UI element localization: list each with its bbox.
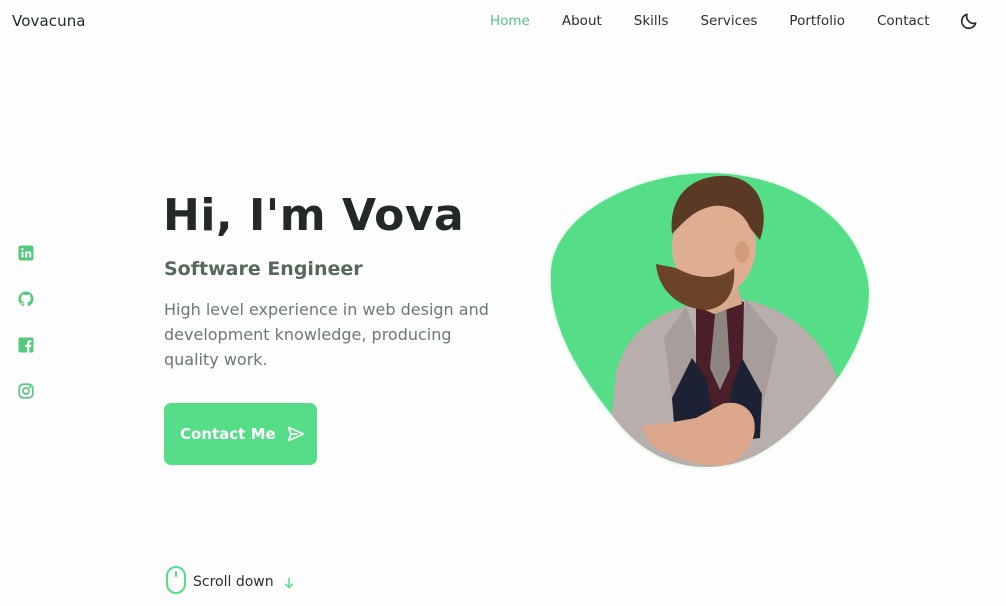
nav-item-contact[interactable]: Contact bbox=[877, 13, 930, 29]
logo[interactable]: Vovacuna bbox=[12, 12, 86, 30]
nav-item-home[interactable]: Home bbox=[490, 13, 530, 29]
moon-icon[interactable] bbox=[959, 11, 979, 31]
nav-item-portfolio[interactable]: Portfolio bbox=[789, 13, 845, 29]
nav-item-skills[interactable]: Skills bbox=[634, 13, 669, 29]
linkedin-icon[interactable] bbox=[16, 243, 36, 263]
hero-description: High level experience in web design and … bbox=[164, 300, 489, 369]
nav-item-about[interactable]: About bbox=[562, 13, 602, 29]
hero-subtitle: Software Engineer bbox=[164, 258, 363, 280]
scroll-down-label: Scroll down bbox=[193, 574, 274, 590]
nav-item-services[interactable]: Services bbox=[700, 13, 757, 29]
hero-title: Hi, I'm Vova bbox=[163, 190, 465, 241]
nav-menu: Home About Skills Services Portfolio Con… bbox=[490, 13, 930, 29]
facebook-icon[interactable] bbox=[16, 335, 36, 355]
social-links bbox=[16, 243, 36, 427]
page: Vovacuna Home About Skills Services Port… bbox=[0, 0, 1006, 606]
contact-me-label: Contact Me bbox=[180, 425, 276, 443]
hero-portrait bbox=[546, 168, 872, 472]
contact-me-button[interactable]: Contact Me bbox=[164, 403, 317, 465]
instagram-icon[interactable] bbox=[16, 381, 36, 401]
arrow-down-icon bbox=[282, 575, 296, 589]
mouse-icon bbox=[165, 565, 187, 599]
github-icon[interactable] bbox=[16, 289, 36, 309]
scroll-down-link[interactable]: Scroll down bbox=[165, 565, 296, 599]
header: Vovacuna Home About Skills Services Port… bbox=[0, 0, 1006, 44]
send-icon bbox=[286, 424, 306, 444]
